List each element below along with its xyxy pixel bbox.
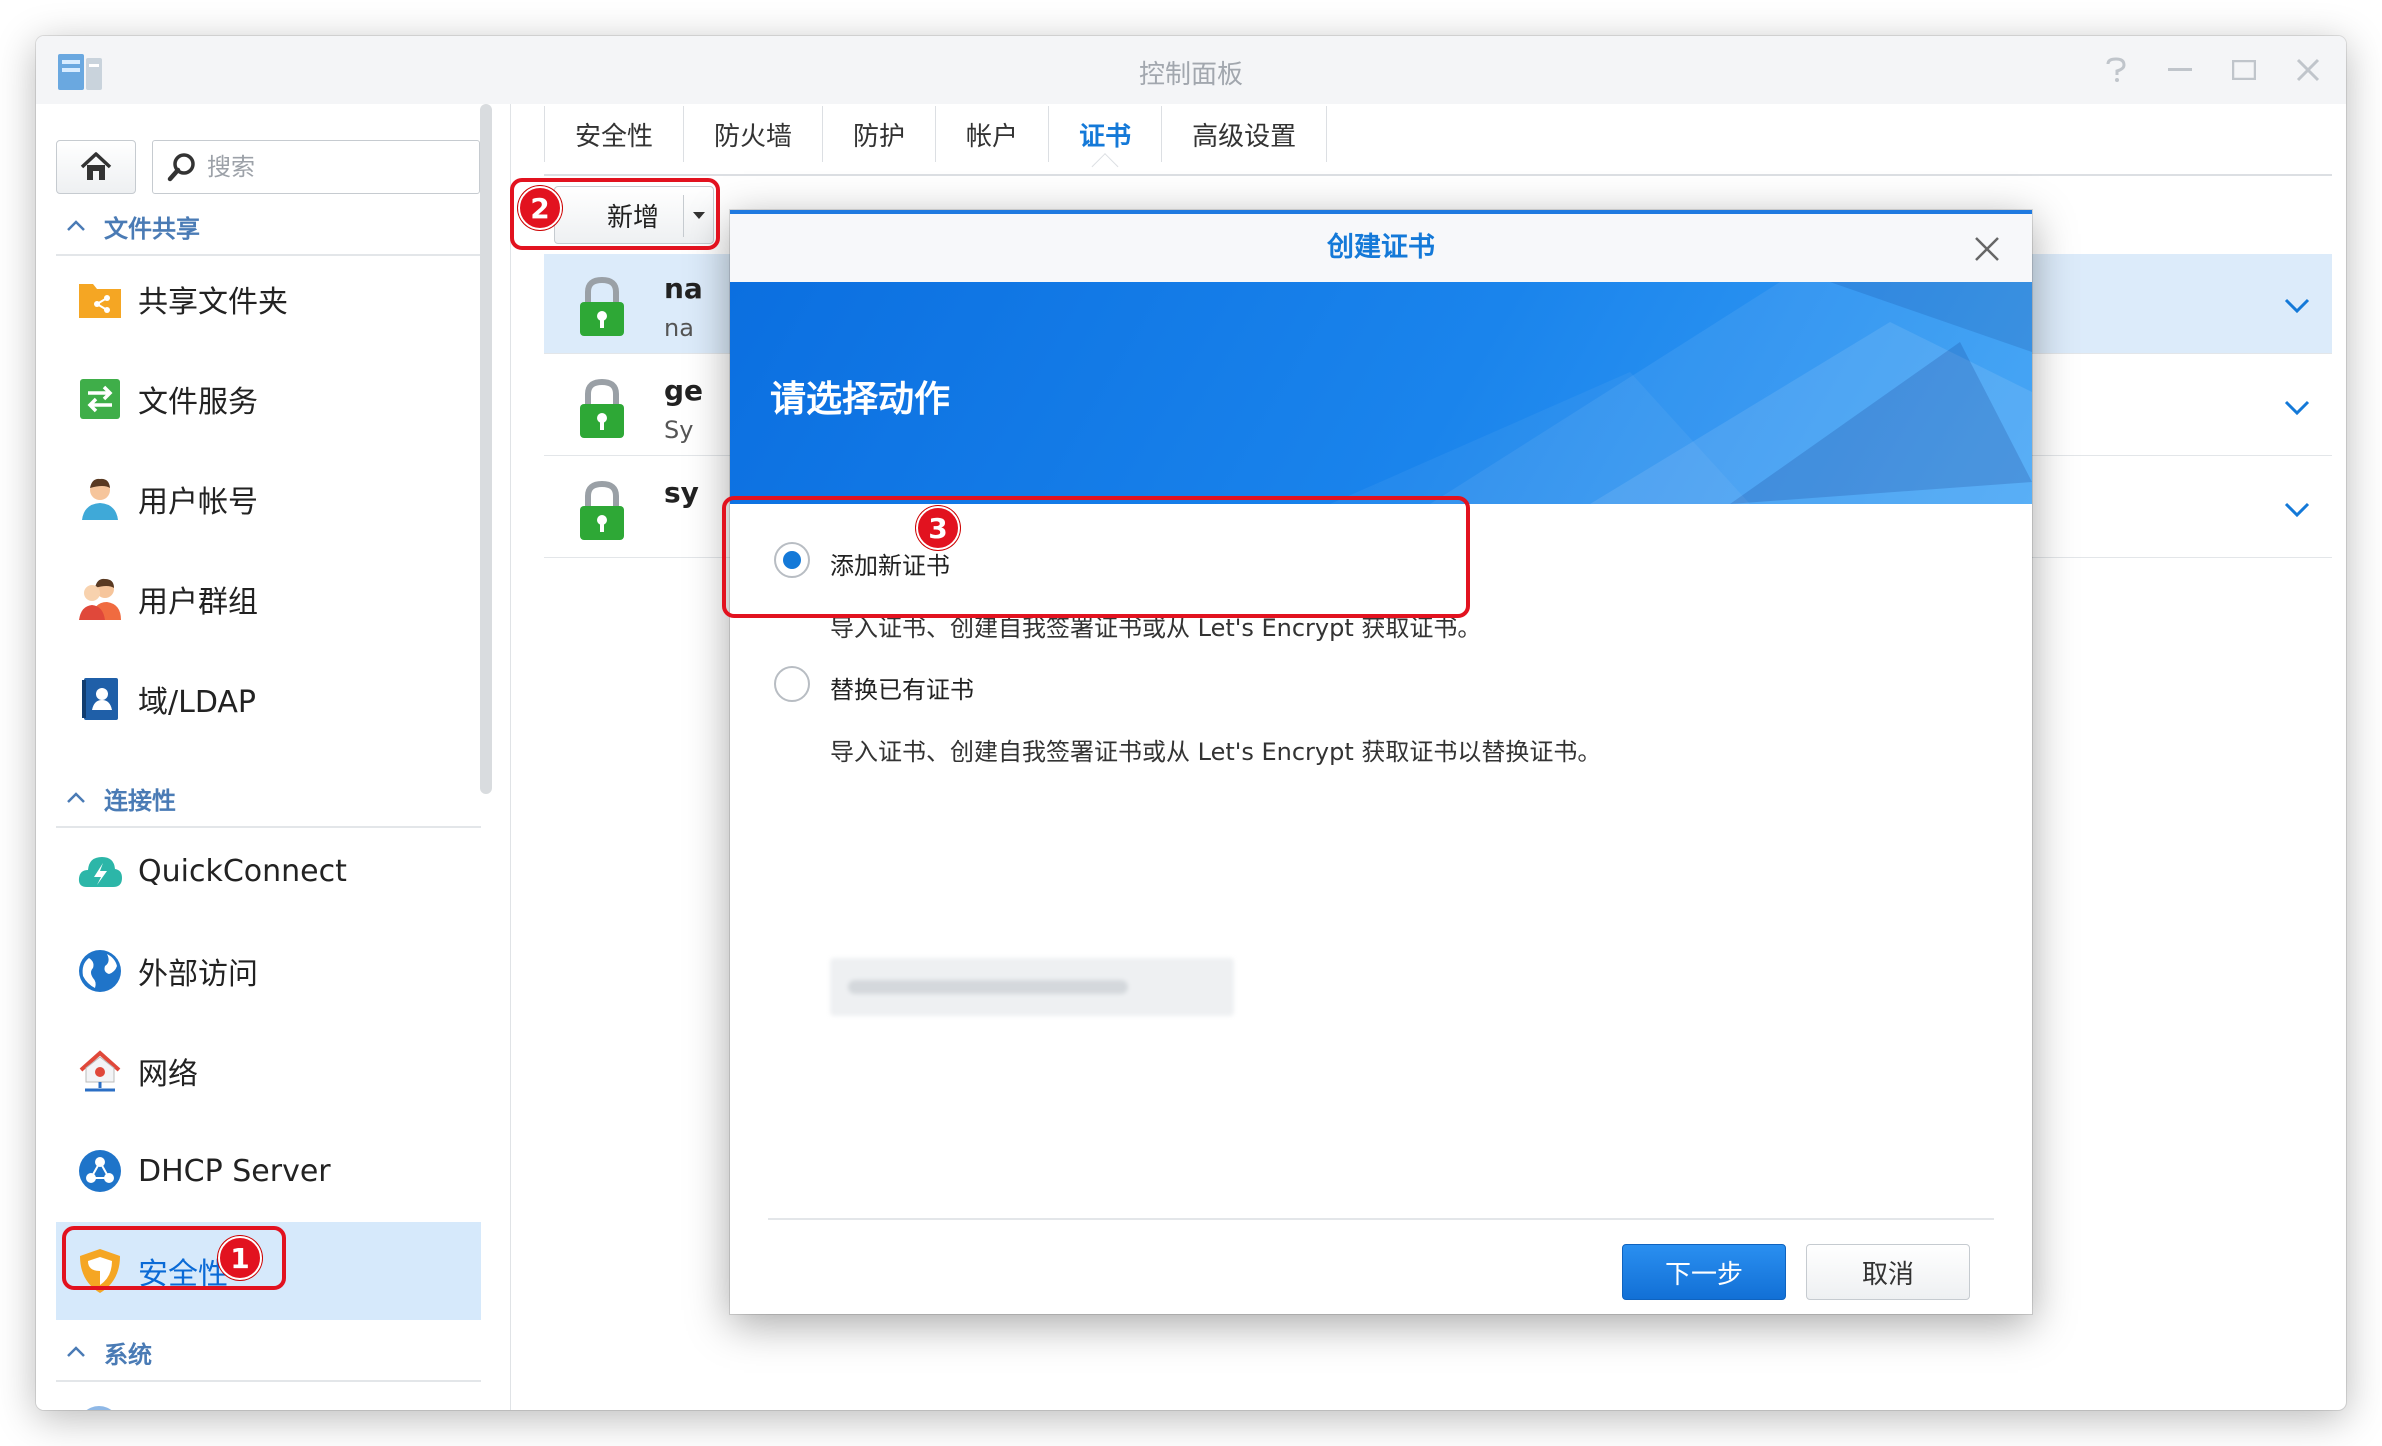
chevron-up-icon <box>56 1346 96 1358</box>
tab-bar: 安全性 防火墙 防护 帐户 证书 高级设置 <box>544 106 1328 162</box>
sidebar-item-label: DHCP Server <box>138 1153 331 1189</box>
sidebar-item-external-access[interactable]: 外部访问 <box>56 922 481 1020</box>
title-bar: 控制面板 <box>36 36 2346 104</box>
radio-replace-certificate[interactable] <box>774 666 810 702</box>
sidebar-item-label: 用户帐号 <box>138 485 258 520</box>
maximize-icon[interactable] <box>2224 50 2264 90</box>
lock-icon <box>580 378 624 438</box>
sidebar-item-domain-ldap[interactable]: 域/LDAP <box>56 650 481 748</box>
section-label: 文件共享 <box>104 214 200 243</box>
sidebar: 文件共享 共享文件夹 文件服务 用户帐号 用户群组 <box>36 104 511 1410</box>
cert-sub: na <box>664 314 694 342</box>
search-box[interactable] <box>152 140 480 194</box>
sidebar-scrollbar[interactable] <box>480 104 492 794</box>
callout-add-new-certificate <box>722 496 1470 618</box>
annotation-badge-3: 3 <box>916 506 960 550</box>
section-file-sharing[interactable]: 文件共享 <box>56 198 481 256</box>
option-description: 导入证书、创建自我签署证书或从 Let's Encrypt 获取证书以替换证书。 <box>830 738 1602 766</box>
user-account-icon <box>76 475 124 523</box>
home-button[interactable] <box>56 140 136 194</box>
cert-name: sy <box>664 476 699 509</box>
sidebar-item-label: 域/LDAP <box>138 685 257 720</box>
dialog-banner: 请选择动作 <box>730 282 2032 504</box>
dialog-heading: 请选择动作 <box>770 379 951 420</box>
section-system[interactable]: 系统 <box>56 1324 481 1382</box>
dialog-close-icon[interactable] <box>1972 234 2002 264</box>
domain-ldap-icon <box>76 675 124 723</box>
tab-protection[interactable]: 防护 <box>823 106 937 162</box>
tab-firewall[interactable]: 防火墙 <box>684 106 824 162</box>
sidebar-item-user-group[interactable]: 用户群组 <box>56 550 481 648</box>
dialog-divider <box>768 1218 1994 1220</box>
annotation-badge-2: 2 <box>518 186 562 230</box>
chevron-up-icon <box>56 792 96 804</box>
chevron-down-icon[interactable] <box>2282 494 2312 524</box>
home-icon <box>80 152 112 180</box>
sidebar-item-label: 外部访问 <box>138 957 258 992</box>
section-label: 连接性 <box>104 786 176 815</box>
cancel-button[interactable]: 取消 <box>1806 1244 1970 1300</box>
sidebar-item-network[interactable]: 网络 <box>56 1022 481 1120</box>
cert-sub: Sy <box>664 416 694 444</box>
sidebar-item-user-account[interactable]: 用户帐号 <box>56 450 481 548</box>
chevron-down-icon[interactable] <box>2282 392 2312 422</box>
sidebar-item-shared-folder[interactable]: 共享文件夹 <box>56 250 481 348</box>
sidebar-item-file-services[interactable]: 文件服务 <box>56 350 481 448</box>
partial-item-icon <box>76 1404 122 1410</box>
close-icon[interactable] <box>2288 50 2328 90</box>
chevron-up-icon <box>56 220 96 232</box>
shared-folder-icon <box>76 275 124 323</box>
minimize-icon[interactable] <box>2160 50 2200 90</box>
search-icon <box>167 153 195 182</box>
sidebar-item-label: 共享文件夹 <box>138 285 288 320</box>
section-label: 系统 <box>104 1340 152 1369</box>
sidebar-item-dhcp-server[interactable]: DHCP Server <box>56 1122 481 1220</box>
file-services-icon <box>76 375 124 423</box>
tab-security[interactable]: 安全性 <box>544 106 685 162</box>
annotation-badge-1: 1 <box>218 1236 262 1280</box>
sidebar-item-quickconnect[interactable]: QuickConnect <box>56 822 481 920</box>
user-group-icon <box>76 575 124 623</box>
sidebar-item-label: 网络 <box>138 1057 198 1092</box>
window-title: 控制面板 <box>1138 60 1243 90</box>
dhcp-server-icon <box>76 1147 124 1195</box>
lock-icon <box>580 480 624 540</box>
network-icon <box>76 1047 124 1095</box>
next-button[interactable]: 下一步 <box>1622 1244 1786 1300</box>
tab-certificate[interactable]: 证书 <box>1049 106 1163 162</box>
tab-advanced-settings[interactable]: 高级设置 <box>1162 106 1328 162</box>
lock-icon <box>580 276 624 336</box>
sidebar-item-label: 文件服务 <box>138 385 258 420</box>
certificate-select <box>830 958 1234 1016</box>
chevron-down-icon[interactable] <box>2282 290 2312 320</box>
section-connectivity[interactable]: 连接性 <box>56 770 481 828</box>
quickconnect-icon <box>76 847 124 895</box>
sidebar-item-label: 用户群组 <box>138 585 258 620</box>
tabs-divider <box>544 174 2332 176</box>
search-input[interactable] <box>207 153 447 181</box>
help-icon[interactable] <box>2096 50 2136 90</box>
option-label: 替换已有证书 <box>830 676 974 704</box>
create-certificate-dialog: 创建证书 请选择动作 添加新证书 导入证书、创建自我签署证书或从 Let's E… <box>730 210 2032 1314</box>
sidebar-item-label: QuickConnect <box>138 853 347 889</box>
external-access-icon <box>76 947 124 995</box>
cert-name: na <box>664 272 703 305</box>
cert-name: ge <box>664 374 704 407</box>
dialog-title: 创建证书 <box>730 214 2032 282</box>
tab-account[interactable]: 帐户 <box>936 106 1050 162</box>
control-panel-window: 控制面板 搜索 文件共享 共享文件夹 文件服务 用户帐号 用户群组 域/LDAP… <box>36 36 2346 1410</box>
